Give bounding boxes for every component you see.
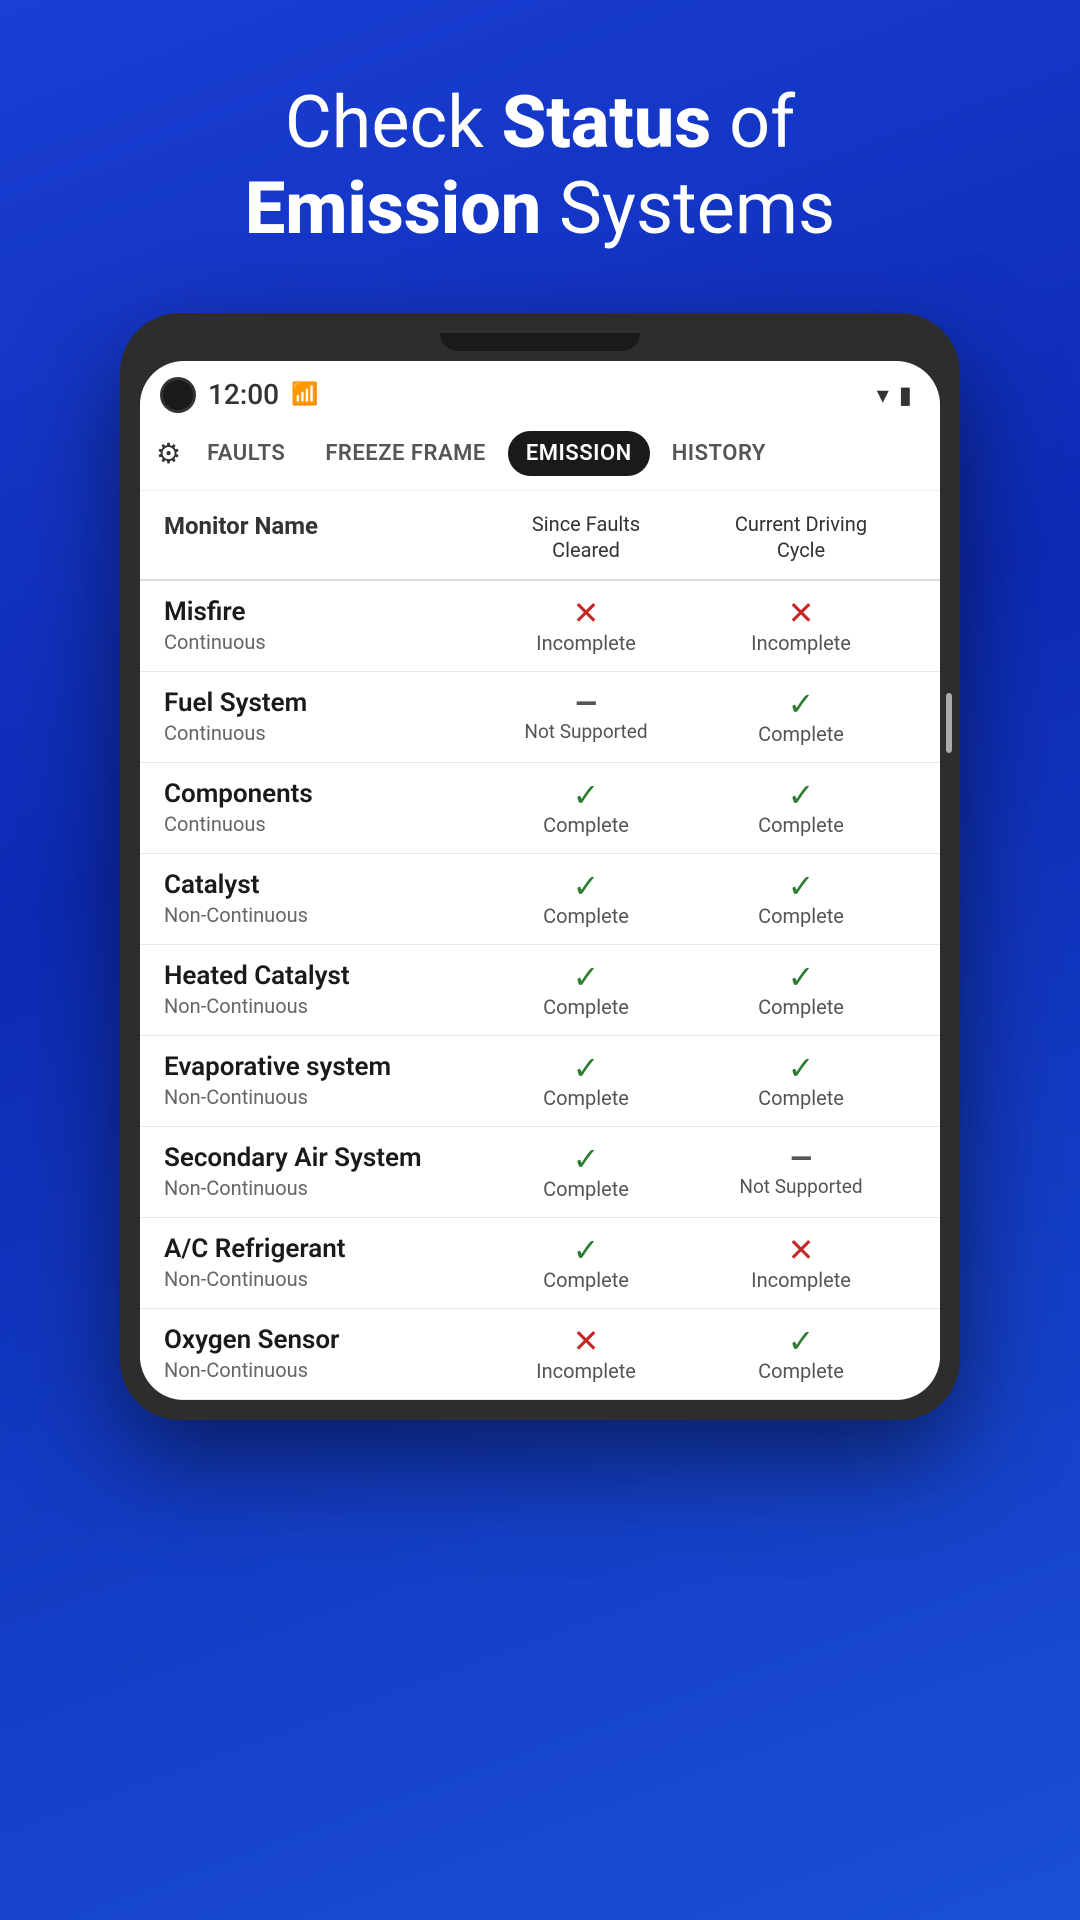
since-faults-cell: —Not Supported: [486, 690, 686, 743]
since-faults-cell: ✓Complete: [486, 1234, 686, 1292]
current-cycle-cell: ✕Incomplete: [686, 597, 916, 655]
since-faults-cell: ✓Complete: [486, 1143, 686, 1201]
current-cycle-cell: ✓Complete: [686, 1325, 916, 1383]
since-faults-cell: ✓Complete: [486, 870, 686, 928]
hero-section: Check Status of Emission Systems: [185, 0, 895, 313]
current-cycle-cell: ✓Complete: [686, 1052, 916, 1110]
table-row: Secondary Air SystemNon-Continuous✓Compl…: [140, 1127, 940, 1218]
phone-notch: [440, 333, 640, 351]
phone-screen: 12:00 📶 ▾ ▮ ⚙ Faults Freeze Frame Emissi…: [140, 361, 940, 1400]
tab-emission[interactable]: Emission: [508, 431, 650, 476]
monitor-name-cell: Secondary Air SystemNon-Continuous: [164, 1143, 486, 1200]
table-header: Monitor Name Since FaultsCleared Current…: [140, 491, 940, 581]
current-cycle-cell: ✓Complete: [686, 961, 916, 1019]
status-bar: 12:00 📶 ▾ ▮: [140, 361, 940, 421]
tab-history[interactable]: History: [654, 431, 784, 476]
table-row: Heated CatalystNon-Continuous✓Complete✓C…: [140, 945, 940, 1036]
monitor-table: Monitor Name Since FaultsCleared Current…: [140, 491, 940, 1400]
table-row: CatalystNon-Continuous✓Complete✓Complete: [140, 854, 940, 945]
obd-icon: ⚙: [156, 437, 181, 470]
col-header-current: Current DrivingCycle: [686, 511, 916, 563]
camera-dot: [160, 377, 196, 413]
since-faults-cell: ✓Complete: [486, 779, 686, 837]
current-cycle-cell: —Not Supported: [686, 1145, 916, 1198]
status-time: 12:00: [208, 378, 279, 411]
since-faults-cell: ✓Complete: [486, 1052, 686, 1110]
scroll-indicator: [946, 693, 952, 753]
tab-faults[interactable]: Faults: [189, 431, 303, 476]
monitor-name-cell: A/C RefrigerantNon-Continuous: [164, 1234, 486, 1291]
monitor-name-cell: Heated CatalystNon-Continuous: [164, 961, 486, 1018]
table-row: Evaporative systemNon-Continuous✓Complet…: [140, 1036, 940, 1127]
monitor-name-cell: CatalystNon-Continuous: [164, 870, 486, 927]
monitor-name-cell: ComponentsContinuous: [164, 779, 486, 836]
since-faults-cell: ✓Complete: [486, 961, 686, 1019]
hero-status-word: Status: [502, 80, 712, 165]
col-header-name: Monitor Name: [164, 511, 486, 563]
since-faults-cell: ✕Incomplete: [486, 597, 686, 655]
hero-emission-word: Emission: [245, 166, 541, 251]
tab-freeze-frame[interactable]: Freeze Frame: [307, 431, 503, 476]
nav-tabs: ⚙ Faults Freeze Frame Emission History: [140, 421, 940, 491]
table-row: MisfireContinuous✕Incomplete✕Incomplete: [140, 581, 940, 672]
signal-icon: 📶: [291, 382, 318, 407]
table-row: Fuel SystemContinuous—Not Supported✓Comp…: [140, 672, 940, 763]
battery-icon: ▮: [899, 381, 912, 409]
col-header-since: Since FaultsCleared: [486, 511, 686, 563]
table-row: A/C RefrigerantNon-Continuous✓Complete✕I…: [140, 1218, 940, 1309]
current-cycle-cell: ✓Complete: [686, 688, 916, 746]
phone-mockup: 12:00 📶 ▾ ▮ ⚙ Faults Freeze Frame Emissi…: [120, 313, 960, 1420]
since-faults-cell: ✕Incomplete: [486, 1325, 686, 1383]
table-row: Oxygen SensorNon-Continuous✕Incomplete✓C…: [140, 1309, 940, 1400]
current-cycle-cell: ✕Incomplete: [686, 1234, 916, 1292]
table-row: ComponentsContinuous✓Complete✓Complete: [140, 763, 940, 854]
monitor-name-cell: Oxygen SensorNon-Continuous: [164, 1325, 486, 1382]
wifi-icon: ▾: [877, 381, 889, 409]
monitor-name-cell: Evaporative systemNon-Continuous: [164, 1052, 486, 1109]
table-body: MisfireContinuous✕Incomplete✕IncompleteF…: [140, 581, 940, 1400]
monitor-name-cell: Fuel SystemContinuous: [164, 688, 486, 745]
current-cycle-cell: ✓Complete: [686, 870, 916, 928]
current-cycle-cell: ✓Complete: [686, 779, 916, 837]
monitor-name-cell: MisfireContinuous: [164, 597, 486, 654]
